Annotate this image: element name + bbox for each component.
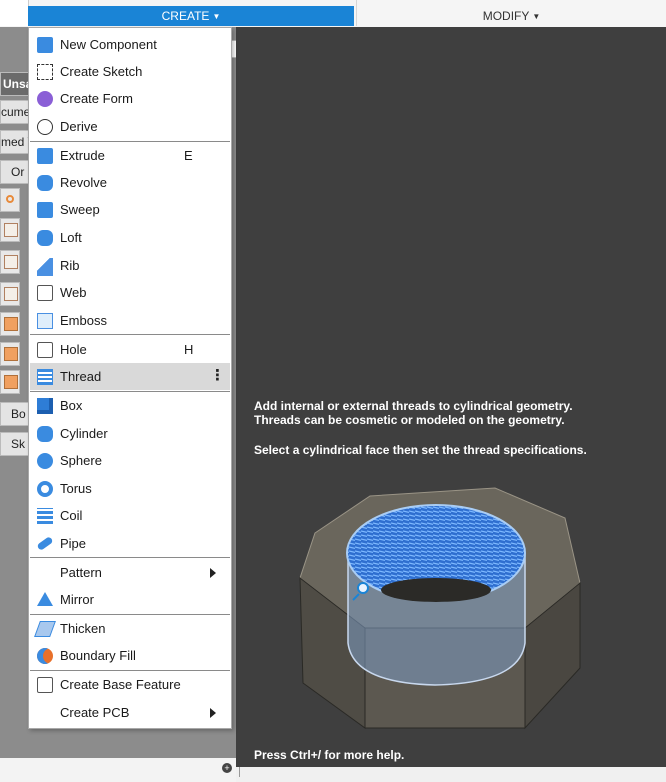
cylinder-icon: [37, 426, 53, 442]
menu-item-create-sketch[interactable]: Create Sketch: [30, 58, 230, 85]
menu-item-new-component[interactable]: New Component: [30, 31, 230, 58]
menu-separator: [30, 334, 230, 335]
browser-footer: +: [0, 758, 236, 782]
menu-item-sphere[interactable]: Sphere: [30, 447, 230, 474]
create-menu: New Component Create Sketch Create Form …: [28, 27, 232, 729]
tooltip-description: Add internal or external threads to cyli…: [254, 399, 654, 427]
menu-item-extrude[interactable]: Extrude E: [30, 142, 230, 169]
body-icon: [0, 312, 20, 336]
add-icon[interactable]: +: [222, 763, 232, 773]
more-options-icon[interactable]: ⋮: [210, 363, 225, 388]
body-icon: [0, 342, 20, 366]
plane-icon: [0, 282, 20, 306]
plane-icon: [0, 250, 20, 274]
sweep-icon: [37, 202, 53, 218]
menu-item-mirror[interactable]: Mirror: [30, 586, 230, 613]
menu-item-web[interactable]: Web: [30, 279, 230, 306]
menu-item-derive[interactable]: Derive: [30, 113, 230, 140]
hole-icon: [37, 342, 53, 358]
create-tab-label: CREATE: [161, 9, 210, 23]
origin-point-icon: [0, 188, 20, 212]
menu-separator: [30, 557, 230, 558]
menu-item-torus[interactable]: Torus: [30, 475, 230, 502]
shortcut-label: H: [184, 342, 194, 357]
toolbar: CREATE ▼ MODIFY ▼: [0, 0, 666, 28]
submenu-arrow-icon: [210, 568, 216, 578]
menu-item-create-base-feature[interactable]: Create Base Feature: [30, 671, 230, 698]
body-icon: [0, 370, 20, 394]
menu-item-loft[interactable]: Loft: [30, 224, 230, 251]
menu-item-thread[interactable]: Thread ⋮: [30, 363, 230, 390]
menu-item-pattern[interactable]: Pattern: [30, 559, 230, 586]
menu-item-thicken[interactable]: Thicken: [30, 615, 230, 642]
shortcut-label: E: [184, 148, 193, 163]
menu-item-revolve[interactable]: Revolve: [30, 169, 230, 196]
create-form-icon: [37, 91, 53, 107]
menu-item-create-form[interactable]: Create Form: [30, 85, 230, 112]
menu-item-hole[interactable]: Hole H: [30, 336, 230, 363]
tooltip-instruction: Select a cylindrical face then set the t…: [254, 443, 587, 457]
emboss-icon: [37, 313, 53, 329]
rib-icon: [37, 258, 53, 276]
caret-down-icon: ▼: [212, 12, 221, 21]
menu-item-sweep[interactable]: Sweep: [30, 196, 230, 223]
loft-icon: [37, 230, 53, 246]
menu-item-emboss[interactable]: Emboss: [30, 307, 230, 334]
menu-item-create-pcb[interactable]: Create PCB: [30, 699, 230, 726]
menu-item-coil[interactable]: Coil: [30, 502, 230, 529]
menu-item-rib[interactable]: Rib: [30, 252, 230, 279]
submenu-arrow-icon: [210, 708, 216, 718]
toolbar-left-stub[interactable]: [0, 0, 29, 26]
menu-item-pipe[interactable]: Pipe: [30, 530, 230, 557]
boundary-fill-icon: [37, 648, 53, 664]
box-icon: [37, 398, 53, 414]
plane-icon: [0, 218, 20, 242]
menu-item-boundary-fill[interactable]: Boundary Fill: [30, 642, 230, 669]
new-component-icon: [37, 37, 53, 53]
create-base-feature-icon: [37, 677, 53, 693]
modify-tab-label: MODIFY: [482, 9, 530, 23]
tooltip-line-2: Threads can be cosmetic or modeled on th…: [254, 413, 565, 427]
modify-tab[interactable]: MODIFY ▼: [357, 6, 666, 26]
coil-icon: [37, 508, 53, 524]
tooltip-help-hint: Press Ctrl+/ for more help.: [254, 748, 405, 762]
caret-down-icon: ▼: [532, 12, 541, 21]
mirror-icon: [37, 592, 53, 606]
thread-preview-image: [299, 487, 581, 730]
menu-item-cylinder[interactable]: Cylinder: [30, 420, 230, 447]
pipe-icon: [36, 536, 54, 551]
web-icon: [37, 285, 53, 301]
revolve-icon: [37, 175, 53, 191]
menu-item-box[interactable]: Box: [30, 392, 230, 419]
derive-icon: [37, 119, 53, 135]
sphere-icon: [37, 453, 53, 469]
extrude-icon: [37, 148, 53, 164]
tooltip-line-1: Add internal or external threads to cyli…: [254, 399, 573, 413]
create-sketch-icon: [37, 64, 53, 80]
thicken-icon: [34, 621, 56, 637]
thread-icon: [37, 369, 53, 385]
create-tab[interactable]: CREATE ▼: [28, 6, 354, 26]
torus-icon: [37, 481, 53, 497]
